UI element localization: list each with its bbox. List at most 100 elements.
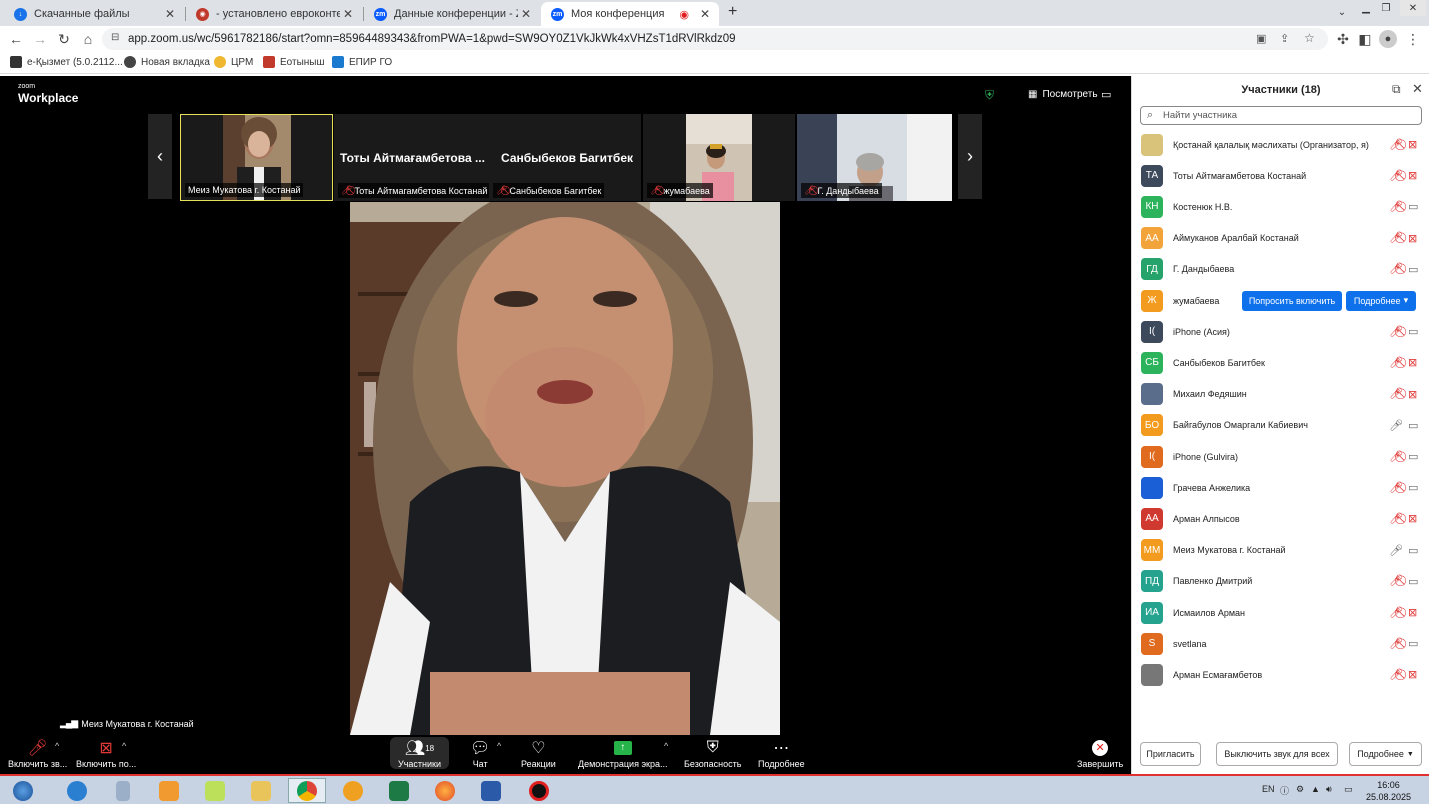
taskbar-explorer[interactable] <box>242 778 280 803</box>
taskbar-media-player[interactable] <box>150 778 188 803</box>
video-off-icon[interactable]: ⊠ <box>1408 668 1417 681</box>
participant-row[interactable]: ПД Павленко Дмитрий 🎤︎⃠ ▭ <box>1132 566 1429 597</box>
share-screen-button[interactable]: ↑ Демонстрация экра... <box>578 737 668 769</box>
video-icon[interactable]: ▭ <box>1408 419 1418 432</box>
participant-row[interactable]: Ssvetlana 🎤︎⃠ ▭ <box>1132 628 1429 659</box>
video-off-icon[interactable]: ⊠ <box>1408 388 1417 401</box>
start-video-button[interactable]: ⊠ Включить по... <box>76 737 136 769</box>
bookmark-ekyzmet[interactable]: e-Қызмет (5.0.2112... <box>10 56 123 68</box>
video-off-icon[interactable]: ⊠ <box>1408 606 1417 619</box>
tab-conference-data[interactable]: zm Данные конференции - Zoom ✕ <box>364 2 540 26</box>
close-icon[interactable]: ✕ <box>340 7 356 21</box>
thumbnails-prev-button[interactable]: ‹ <box>148 114 172 199</box>
mute-all-button[interactable]: Выключить звук для всех <box>1216 742 1338 766</box>
url-field[interactable]: ⊟ app.zoom.us/wc/5961782186/start?omn=85… <box>102 28 1328 50</box>
mic-muted-icon[interactable]: 🎤︎⃠ <box>1389 325 1403 339</box>
participant-row[interactable]: АА Аймуканов Аралбай Костанай 🎤︎⃠ ⊠ <box>1132 223 1429 254</box>
participant-row[interactable]: ИА Исмаилов Арман 🎤︎⃠ ⊠ <box>1132 597 1429 628</box>
mic-muted-icon[interactable]: 🎤︎⃠ <box>1389 512 1403 526</box>
thumbnails-next-button[interactable]: › <box>958 114 982 199</box>
participant-row[interactable]: Арман Есмағамбетов 🎤︎⃠ ⊠ <box>1132 659 1429 690</box>
video-off-icon[interactable]: ⊠ <box>1408 169 1417 182</box>
new-tab-button[interactable]: + <box>728 3 737 21</box>
menu-icon[interactable]: ⋮ <box>1404 30 1422 48</box>
taskbar-ie[interactable] <box>58 778 96 803</box>
video-tile[interactable]: Санбыбеков Багитбек 🎤︎⃠ Санбыбеков Багитб… <box>489 114 641 201</box>
participant-row[interactable]: КН Костенюк Н.В. 🎤︎⃠ ▭ <box>1132 191 1429 222</box>
minimize-icon[interactable]: ▁ <box>1357 0 1375 16</box>
video-icon[interactable]: ▭ <box>1408 263 1418 276</box>
video-icon[interactable]: ▭ <box>1408 200 1418 213</box>
taskbar-app[interactable] <box>334 778 372 803</box>
tab-downloads[interactable]: ↓ Скачанные файлы ✕ <box>4 2 184 26</box>
participants-button[interactable]: 👥︎ 18 Участники <box>390 737 449 769</box>
extensions-icon[interactable]: ✣ <box>1334 30 1352 48</box>
fullscreen-icon[interactable]: ▭ <box>1101 88 1111 101</box>
more-button[interactable]: ⋯ Подробнее <box>758 737 805 769</box>
video-icon[interactable]: ▭ <box>1408 575 1418 588</box>
participant-row[interactable]: ММ Меиз Мукатова г. Костанай 🎤︎ ▭ <box>1132 535 1429 566</box>
mic-muted-icon[interactable]: 🎤︎⃠ <box>1389 169 1403 183</box>
participant-row[interactable]: ГД Г. Дандыбаева 🎤︎⃠ ▭ <box>1132 254 1429 285</box>
taskbar-word[interactable] <box>472 778 510 803</box>
mic-muted-icon[interactable]: 🎤︎⃠ <box>1389 138 1403 152</box>
forward-icon[interactable]: → <box>31 30 49 48</box>
participant-row[interactable]: СБ Санбыбеков Багитбек 🎤︎⃠ ⊠ <box>1132 347 1429 378</box>
view-button[interactable]: ▦ Посмотреть <box>1028 89 1098 100</box>
taskbar-chrome[interactable] <box>288 778 326 803</box>
video-tile[interactable]: 🎤︎⃠ жумабаева <box>643 114 795 201</box>
language-indicator[interactable]: EN <box>1262 784 1275 794</box>
participant-row[interactable]: ТА Тоты Айтмағамбетова Костанай 🎤︎⃠ ⊠ <box>1132 160 1429 191</box>
mic-muted-icon[interactable]: 🎤︎⃠ <box>1389 668 1403 682</box>
mic-muted-icon[interactable]: 🎤︎⃠ <box>1389 231 1403 245</box>
mic-icon[interactable]: 🎤︎ <box>1389 544 1403 557</box>
video-off-icon[interactable]: ⊠ <box>1408 512 1417 525</box>
share-icon[interactable]: ⇪ <box>1280 32 1289 45</box>
close-icon[interactable]: ✕ <box>1412 81 1423 97</box>
participant-row[interactable]: АА Арман Алпысов 🎤︎⃠ ⊠ <box>1132 503 1429 534</box>
pop-out-icon[interactable]: ⧉ <box>1392 82 1401 97</box>
video-off-icon[interactable]: ⊠ <box>1408 232 1417 245</box>
profile-icon[interactable]: ● <box>1379 30 1397 48</box>
video-icon[interactable]: ▭ <box>1408 637 1418 650</box>
mic-icon[interactable]: 🎤︎ <box>1389 419 1403 432</box>
panel-more-button[interactable]: Подробнее ▼ <box>1349 742 1422 766</box>
close-icon[interactable]: ✕ <box>518 7 534 21</box>
participant-row[interactable]: Қостанай қалалық мәслихаты (Организатор,… <box>1132 129 1429 160</box>
bookmark-epir[interactable]: ЕПИР ГО <box>332 56 392 68</box>
taskbar-calculator[interactable] <box>104 778 142 803</box>
video-tile[interactable]: 🎤︎⃠ Г. Дандыбаева <box>797 114 952 201</box>
video-icon[interactable]: ▭ <box>1408 544 1418 557</box>
help-icon[interactable]: ⓘ <box>1280 784 1289 797</box>
video-icon[interactable]: ▭ <box>1408 450 1418 463</box>
chat-options-caret[interactable]: ^ <box>497 741 501 751</box>
taskbar-firefox[interactable] <box>426 778 464 803</box>
bookmark-new-tab[interactable]: Новая вкладка <box>124 56 210 68</box>
end-meeting-button[interactable]: ✕ Завершить <box>1077 737 1123 769</box>
ask-to-unmute-button[interactable]: Попросить включить <box>1242 290 1342 311</box>
mic-muted-icon[interactable]: 🎤︎⃠ <box>1389 450 1403 464</box>
video-options-caret[interactable]: ^ <box>122 741 126 751</box>
mic-muted-icon[interactable]: 🎤︎⃠ <box>1389 606 1403 620</box>
video-icon[interactable]: ▭ <box>1408 481 1418 494</box>
close-icon[interactable]: ✕ <box>162 7 178 21</box>
participant-search-input[interactable]: ⌕ Найти участника <box>1140 106 1422 125</box>
restore-icon[interactable]: ❐ <box>1377 0 1395 16</box>
bookmark-eotynysh[interactable]: Еотыныш <box>263 56 325 68</box>
participant-row[interactable]: Михаил Федяшин 🎤︎⃠ ⊠ <box>1132 379 1429 410</box>
mic-muted-icon[interactable]: 🎤︎⃠ <box>1389 356 1403 370</box>
install-app-icon[interactable]: ▣ <box>1256 32 1266 45</box>
tray-icon[interactable]: ⚙ <box>1296 784 1304 795</box>
home-icon[interactable]: ⌂ <box>79 30 97 48</box>
reactions-button[interactable]: ♡ Реакции <box>521 737 556 769</box>
video-tile[interactable]: Тоты Айтмағамбетова ... 🎤︎⃠ Тоты Айтмагам… <box>334 114 489 201</box>
shield-check-icon[interactable]: ⛨ <box>985 88 994 103</box>
participant-row[interactable]: I(iPhone (Gulvira) 🎤︎⃠ ▭ <box>1132 441 1429 472</box>
audio-options-caret[interactable]: ^ <box>55 741 59 751</box>
tab-search-icon[interactable]: ⌄ <box>1333 4 1351 20</box>
security-button[interactable]: ⛨ Безопасность <box>684 737 741 769</box>
video-tile[interactable]: Меиз Мукатова г. Костанай <box>180 114 333 201</box>
clock[interactable]: 16:06 25.08.2025 <box>1366 779 1411 803</box>
taskbar-recorder[interactable] <box>520 778 558 803</box>
invite-button[interactable]: Пригласить <box>1140 742 1201 766</box>
